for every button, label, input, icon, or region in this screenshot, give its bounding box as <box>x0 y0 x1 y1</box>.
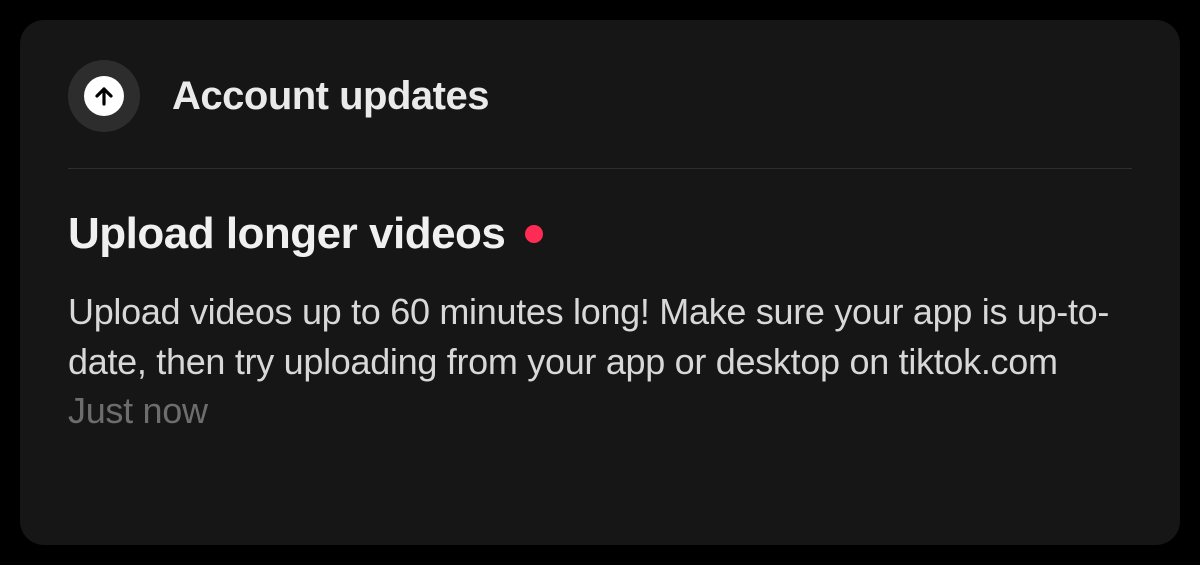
notification-card[interactable]: Account updates Upload longer videos Upl… <box>20 20 1180 545</box>
notification-body-text: Upload videos up to 60 minutes long! Mak… <box>68 291 1109 382</box>
notification-body: Upload videos up to 60 minutes long! Mak… <box>68 287 1132 436</box>
card-header: Account updates <box>68 60 1132 169</box>
notification-content: Upload longer videos Upload videos up to… <box>68 169 1132 436</box>
upload-arrow-icon <box>84 76 124 116</box>
notification-timestamp: Just now <box>68 390 208 431</box>
header-icon-container <box>68 60 140 132</box>
unread-dot-icon <box>525 225 543 243</box>
header-title: Account updates <box>172 74 489 119</box>
notification-title: Upload longer videos <box>68 209 505 259</box>
title-row: Upload longer videos <box>68 209 1132 259</box>
